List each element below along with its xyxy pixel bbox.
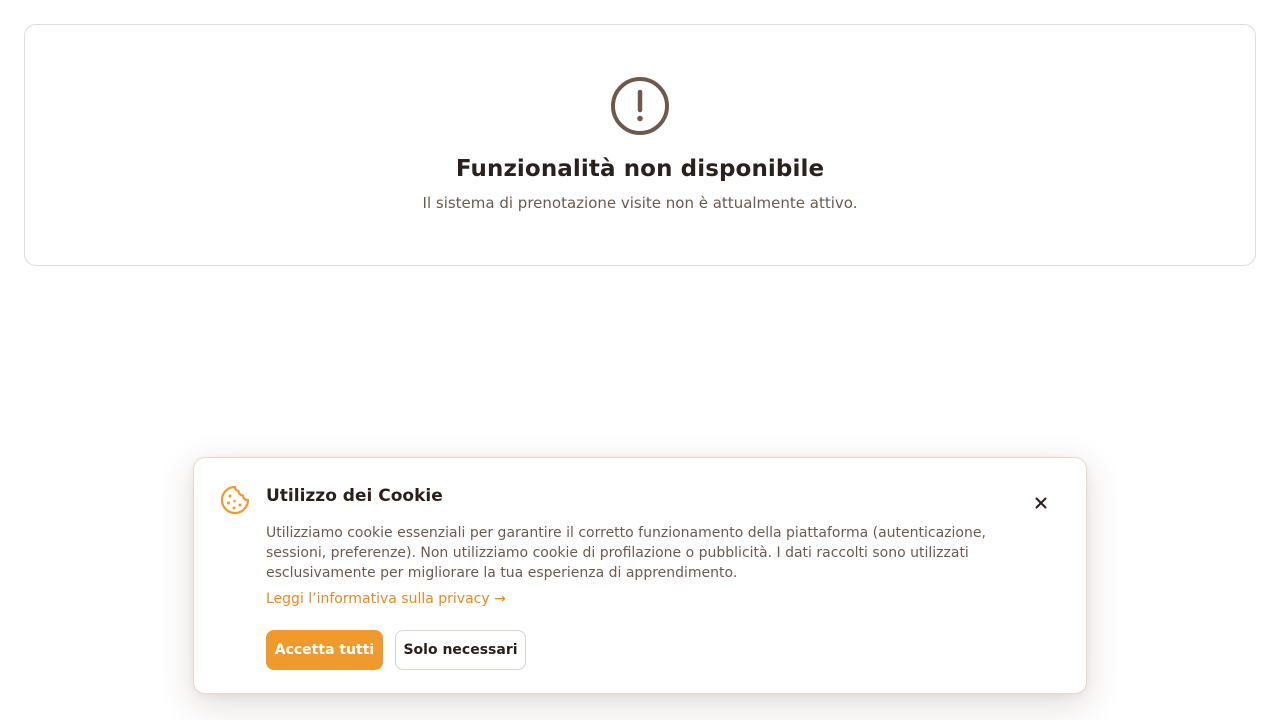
alert-circle-icon — [611, 77, 669, 135]
close-icon — [1035, 497, 1047, 509]
accept-all-button[interactable]: Accetta tutti — [266, 630, 383, 670]
cookie-description: Utilizziamo cookie essenziali per garant… — [266, 525, 986, 581]
unavailable-notice-card: Funzionalità non disponibile Il sistema … — [24, 24, 1256, 266]
privacy-policy-link[interactable]: Leggi l’informativa sulla privacy → — [266, 591, 506, 607]
notice-message: Il sistema di prenotazione visite non è … — [422, 194, 858, 212]
notice-title: Funzionalità non disponibile — [455, 156, 825, 182]
cookie-title: Utilizzo dei Cookie — [266, 486, 443, 506]
cookie-icon — [220, 485, 250, 515]
cookie-banner: Utilizzo dei Cookie Utilizziamo cookie e… — [193, 457, 1087, 694]
necessary-only-button[interactable]: Solo necessari — [395, 630, 526, 670]
close-button[interactable] — [1030, 492, 1052, 514]
